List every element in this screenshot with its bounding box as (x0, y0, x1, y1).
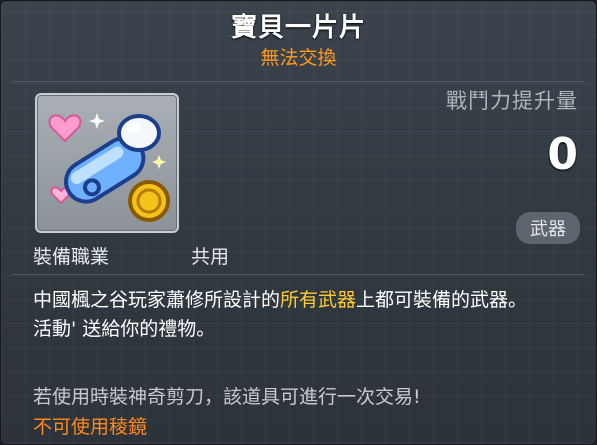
description-text: 中國楓之谷玩家蕭修所設計的 (33, 289, 281, 311)
stat-increase-label: 戰鬥力提升量 (446, 89, 578, 113)
item-tooltip: 寶貝一片片 無法交換 戰鬥力提升量 0 武器 裝備職業 共用 中國楓之谷玩家蕭修… (0, 0, 597, 445)
description-text: 活動' 送給你的禮物。 (33, 318, 216, 340)
item-description: 中國楓之谷玩家蕭修所設計的所有武器上都可裝備的武器。 活動' 送給你的禮物。 (33, 286, 578, 344)
item-icon-frame (35, 93, 179, 233)
item-name: 寶貝一片片 (230, 13, 366, 43)
pacifier-icon (48, 113, 170, 222)
item-type-badge: 武器 (516, 212, 580, 244)
required-job-label: 裝備職業 (33, 246, 110, 268)
trade-status: 無法交換 (260, 47, 337, 69)
description-text: 上都可裝備的武器。 (356, 289, 528, 311)
divider (13, 274, 584, 275)
stat-increase-value: 0 (547, 129, 578, 180)
divider (13, 81, 584, 82)
description-highlight: 所有武器 (280, 289, 357, 311)
scissors-note: 若使用時裝神奇剪刀，該道具可進行一次交易! (33, 386, 421, 408)
prism-note: 不可使用稜鏡 (33, 416, 148, 438)
required-job-value: 共用 (191, 246, 230, 268)
